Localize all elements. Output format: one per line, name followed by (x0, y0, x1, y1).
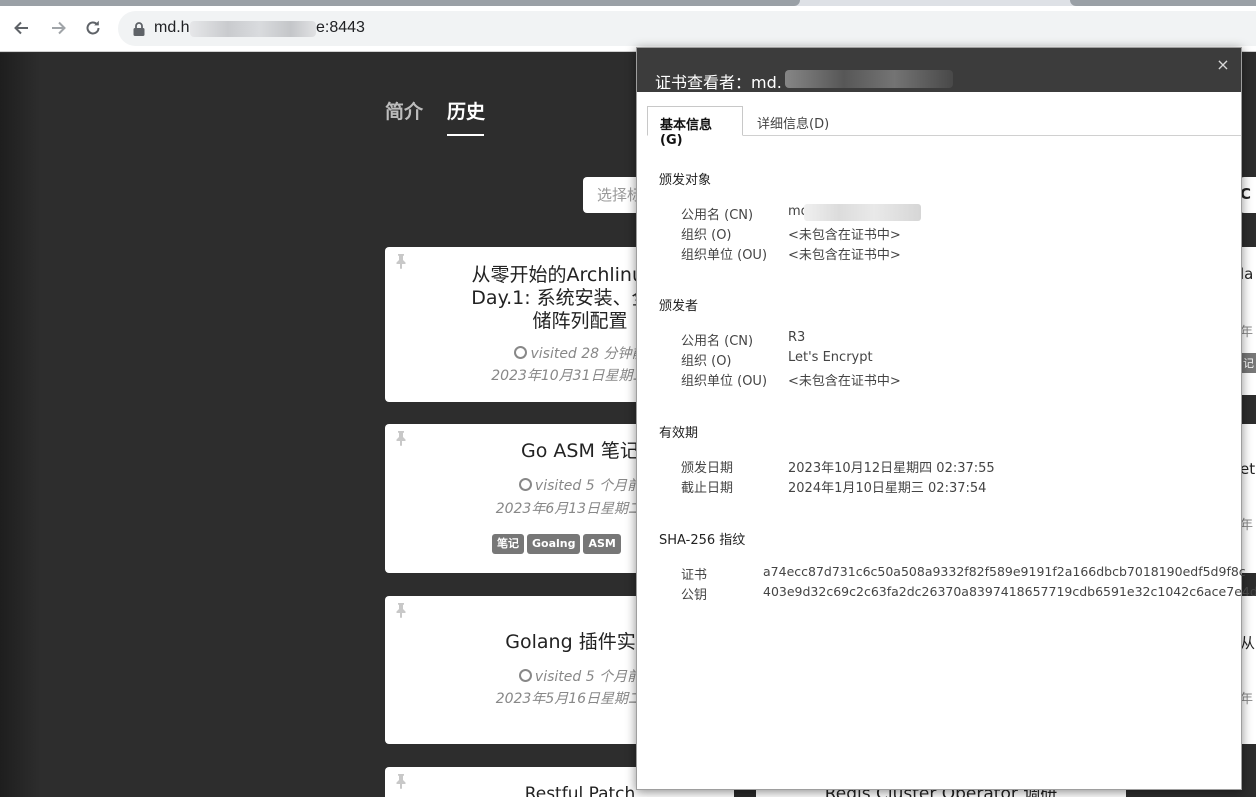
reload-icon (86, 20, 100, 35)
field-label: 组织 (O) (681, 228, 732, 243)
forward-button[interactable] (44, 14, 72, 42)
section-issued-to: 颁发对象 (659, 173, 712, 188)
url-text-suffix: e:8443 (316, 19, 365, 36)
fragment-tag: 记 (1240, 353, 1256, 373)
visited-text: visited 28 分钟前 (530, 346, 646, 362)
fragment-text: et (1240, 460, 1256, 478)
title-redacted (785, 70, 953, 88)
url-redacted (190, 21, 316, 37)
dialog-title: 证书查看者：md. (655, 73, 782, 92)
fragment-text: 从 (1240, 634, 1256, 652)
left-shade (0, 53, 40, 797)
tab-details[interactable]: 详细信息(D) (745, 106, 841, 136)
field-value: <未包含在证书中> (788, 248, 901, 263)
field-label: 公用名 (CN) (681, 208, 754, 223)
tag-badge[interactable]: 笔记 (492, 534, 524, 554)
url-text-prefix: md.h (154, 19, 190, 36)
nav-tab-intro[interactable]: 简介 (385, 97, 423, 124)
fingerprint-public-key: 403e9d32c69c2c63fa2dc26370a8397418657719… (763, 584, 1256, 599)
field-value: <未包含在证书中> (788, 374, 901, 389)
visited-text: visited 5 个月前 (534, 669, 642, 685)
field-label: 公钥 (681, 588, 708, 603)
field-label: 公用名 (CN) (681, 334, 754, 349)
field-label: 组织单位 (OU) (681, 374, 768, 389)
clock-icon (514, 346, 528, 359)
field-label: 组织 (O) (681, 354, 732, 369)
field-label: 截止日期 (681, 481, 734, 496)
section-validity: 有效期 (659, 426, 699, 441)
nav-tab-history[interactable]: 历史 (447, 97, 485, 124)
section-fingerprints: SHA-256 指纹 (659, 533, 746, 548)
pin-icon[interactable] (395, 602, 407, 618)
right-card-fragment[interactable]: la 年 记 (1240, 247, 1256, 395)
section-issued-by: 颁发者 (659, 299, 699, 314)
arrow-right-icon (52, 21, 66, 35)
active-tab-underline (447, 134, 484, 136)
field-value: Let's Encrypt (788, 350, 873, 365)
reload-button[interactable] (79, 14, 107, 42)
back-button[interactable] (8, 14, 36, 42)
dialog-tabs: 基本信息(G) 详细信息(D) (647, 106, 1241, 148)
field-value: <未包含在证书中> (788, 228, 901, 243)
tag-badge[interactable]: Goalng (527, 534, 581, 554)
field-value: 2023年10月12日星期四 02:37:55 (788, 461, 995, 476)
dialog-header: 证书查看者：md. × (637, 48, 1241, 92)
arrow-left-icon (14, 21, 28, 35)
value-redacted (804, 204, 921, 221)
close-icon[interactable]: × (1214, 56, 1232, 74)
visited-text: visited 5 个月前 (534, 478, 642, 494)
tag-badge[interactable]: ASM (583, 534, 621, 554)
field-label: 证书 (681, 568, 708, 583)
field-value: 2024年1月10日星期三 02:37:54 (788, 481, 987, 496)
clock-icon (518, 478, 532, 491)
right-card-fragment[interactable]: 从 年 (1240, 596, 1256, 744)
field-label: 颁发日期 (681, 461, 734, 476)
fragment-text: la (1240, 265, 1254, 283)
card-tags: 笔记 Goalng ASM (492, 534, 621, 554)
fingerprint-certificate: a74ecc87d731c6c50a508a9332f82f589e9191f2… (763, 564, 1246, 579)
address-bar[interactable]: md.h e:8443 (118, 11, 1256, 46)
field-value: R3 (788, 330, 806, 345)
browser-toolbar: md.h e:8443 (0, 6, 1256, 52)
right-card-fragment[interactable]: et 年 (1240, 424, 1256, 573)
field-label: 组织单位 (OU) (681, 248, 768, 263)
clock-icon (518, 669, 532, 682)
certificate-viewer-dialog: 证书查看者：md. × 基本信息(G) 详细信息(D) 颁发对象 公用名 (CN… (636, 47, 1256, 790)
lock-icon[interactable] (132, 21, 146, 37)
right-control-fragment[interactable]: C (1240, 177, 1256, 213)
tab-general[interactable]: 基本信息(G) (647, 106, 743, 148)
